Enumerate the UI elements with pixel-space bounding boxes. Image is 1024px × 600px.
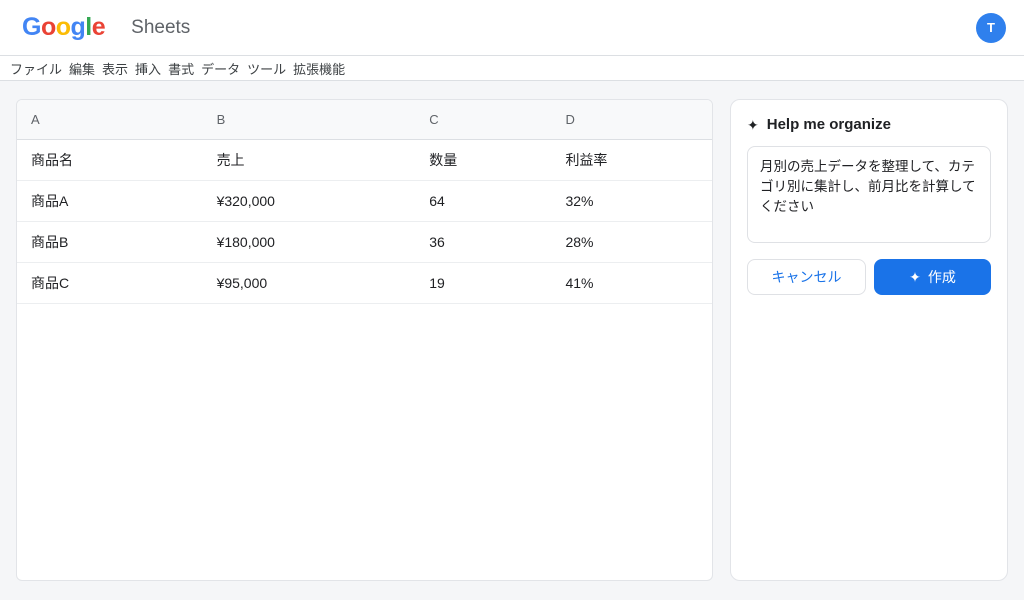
cell-b1[interactable]: 売上 [203, 139, 416, 180]
table-row: 商品B ¥180,000 36 28% [17, 221, 712, 262]
app-header: G o o g l e Sheets T [0, 0, 1024, 56]
menu-item-data[interactable]: データ [201, 59, 240, 78]
cell-a2[interactable]: 商品A [17, 180, 203, 221]
cell-d4[interactable]: 41% [551, 262, 712, 303]
menu-item-edit[interactable]: 編集 [69, 59, 95, 78]
column-letter-row: A B C D [17, 100, 712, 139]
logo-letter: o [41, 13, 56, 42]
cell-b3[interactable]: ¥180,000 [203, 221, 416, 262]
column-header-a[interactable]: A [17, 100, 203, 139]
create-button[interactable]: ✦ 作成 [874, 259, 991, 295]
panel-actions: キャンセル ✦ 作成 [747, 259, 991, 295]
menu-item-view[interactable]: 表示 [102, 59, 128, 78]
table-row: 商品C ¥95,000 19 41% [17, 262, 712, 303]
column-header-b[interactable]: B [203, 100, 416, 139]
prompt-input[interactable]: 月別の売上データを整理して、カテゴリ別に集計し、前月比を計算してください [747, 146, 991, 243]
app-title: Sheets [131, 17, 190, 39]
cell-a1[interactable]: 商品名 [17, 139, 203, 180]
spreadsheet-card: A B C D 商品名 売上 数量 利益率 商品A ¥320,000 64 32 [16, 99, 713, 581]
spreadsheet-table: A B C D 商品名 売上 数量 利益率 商品A ¥320,000 64 32 [17, 100, 712, 304]
cell-d3[interactable]: 28% [551, 221, 712, 262]
menu-item-format[interactable]: 書式 [168, 59, 194, 78]
sparkle-icon: ✦ [747, 118, 759, 132]
column-header-c[interactable]: C [415, 100, 551, 139]
cancel-button[interactable]: キャンセル [747, 259, 866, 295]
panel-title: ✦ Help me organize [747, 116, 991, 133]
logo-letter: e [92, 13, 105, 42]
cell-c2[interactable]: 64 [415, 180, 551, 221]
help-me-organize-panel: ✦ Help me organize 月別の売上データを整理して、カテゴリ別に集… [730, 99, 1008, 581]
cell-a3[interactable]: 商品B [17, 221, 203, 262]
table-row: 商品名 売上 数量 利益率 [17, 139, 712, 180]
logo-letter: g [71, 13, 86, 42]
menu-item-extensions[interactable]: 拡張機能 [293, 59, 345, 78]
logo-letter: o [56, 13, 71, 42]
cell-c1[interactable]: 数量 [415, 139, 551, 180]
cell-d2[interactable]: 32% [551, 180, 712, 221]
cell-c4[interactable]: 19 [415, 262, 551, 303]
menu-item-insert[interactable]: 挿入 [135, 59, 161, 78]
sparkle-icon: ✦ [909, 270, 921, 284]
table-row: 商品A ¥320,000 64 32% [17, 180, 712, 221]
menu-item-file[interactable]: ファイル [10, 59, 62, 78]
cell-c3[interactable]: 36 [415, 221, 551, 262]
user-avatar[interactable]: T [976, 13, 1006, 43]
cell-b2[interactable]: ¥320,000 [203, 180, 416, 221]
column-header-d[interactable]: D [551, 100, 712, 139]
cell-a4[interactable]: 商品C [17, 262, 203, 303]
cell-d1[interactable]: 利益率 [551, 139, 712, 180]
main-content: A B C D 商品名 売上 数量 利益率 商品A ¥320,000 64 32 [0, 81, 1024, 599]
cell-b4[interactable]: ¥95,000 [203, 262, 416, 303]
menu-bar: ファイル 編集 表示 挿入 書式 データ ツール 拡張機能 [0, 56, 1024, 81]
menu-item-tools[interactable]: ツール [247, 59, 286, 78]
logo-letter: G [22, 13, 41, 42]
create-button-label: 作成 [928, 267, 956, 287]
google-logo[interactable]: G o o g l e [22, 13, 105, 42]
panel-title-text: Help me organize [767, 116, 891, 133]
